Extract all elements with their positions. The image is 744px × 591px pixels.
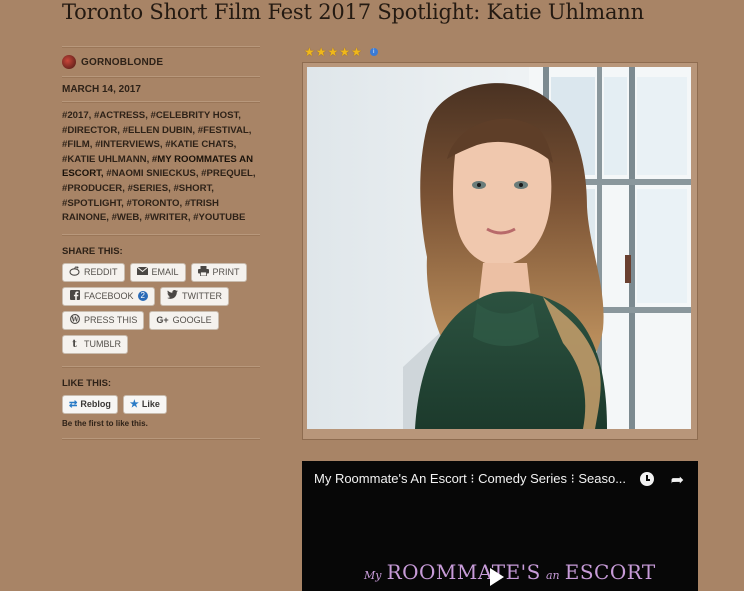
portrait-photo	[307, 67, 691, 429]
tag-link[interactable]: #FESTIVAL,	[198, 125, 252, 136]
tag-link[interactable]: #ELLEN DUBIN,	[123, 125, 196, 136]
tag-link[interactable]: #FILM,	[62, 139, 92, 150]
reddit-icon	[69, 266, 80, 279]
divider	[62, 101, 260, 103]
tumblr-icon: t	[72, 338, 77, 350]
tag-link[interactable]: #PREQUEL,	[201, 168, 255, 179]
reblog-icon: ⇄	[69, 398, 78, 410]
video-title[interactable]: My Roommate's An Escort ⁝ Comedy Series …	[314, 471, 626, 487]
like-row: ⇄ Reblog ★ Like	[62, 394, 260, 414]
share-email-label: EMAIL	[151, 267, 179, 278]
reblog-label: Reblog	[80, 399, 111, 410]
star-icon[interactable]: ★	[304, 46, 315, 58]
tag-link[interactable]: #ACTRESS,	[94, 110, 148, 121]
envelope-icon	[136, 266, 148, 278]
share-arrow-icon[interactable]: ➦	[671, 470, 684, 490]
post-date[interactable]: MARCH 14, 2017	[62, 84, 260, 95]
share-print-label: PRINT	[212, 267, 240, 278]
share-reddit-label: REDDIT	[84, 267, 118, 278]
facebook-icon	[69, 289, 80, 303]
like-heading: LIKE THIS:	[62, 377, 112, 389]
tag-link[interactable]: #TORONTO,	[127, 198, 183, 209]
tag-link[interactable]: #WRITER,	[145, 212, 191, 223]
svg-text:W: W	[70, 315, 79, 323]
share-google-button[interactable]: G+ GOOGLE	[149, 310, 219, 330]
tag-link[interactable]: #2017,	[62, 110, 91, 121]
tag-link[interactable]: #KATIE UHLMANN,	[62, 154, 149, 165]
share-print-button[interactable]: PRINT	[190, 262, 247, 282]
tag-link[interactable]: #CELEBRITY HOST,	[151, 110, 241, 121]
share-count-badge: 2	[137, 291, 148, 302]
reblog-button[interactable]: ⇄ Reblog	[62, 394, 118, 414]
share-reddit-button[interactable]: REDDIT	[62, 262, 125, 282]
printer-icon	[197, 265, 209, 279]
tag-link[interactable]: #SHORT,	[173, 183, 214, 194]
featured-image-frame	[302, 62, 698, 440]
tag-link[interactable]: #INTERVIEWS,	[95, 139, 163, 150]
author-link[interactable]: GORNOBLONDE	[81, 57, 163, 68]
divider	[62, 437, 260, 440]
play-icon[interactable]	[490, 568, 504, 586]
google-plus-icon: G+	[156, 315, 169, 326]
wordpress-icon: W	[69, 313, 80, 327]
share-google-label: GOOGLE	[172, 315, 212, 326]
share-facebook-label: FACEBOOK	[84, 291, 134, 302]
share-facebook-button[interactable]: FACEBOOK 2	[62, 286, 155, 306]
star-icon[interactable]: ★	[328, 46, 339, 58]
star-icon[interactable]: ★	[339, 46, 350, 58]
star-rating[interactable]: ★ ★ ★ ★ ★ i	[304, 46, 378, 58]
share-row: t TUMBLR	[62, 334, 260, 354]
share-twitter-label: TWITTER	[181, 291, 222, 302]
share-email-button[interactable]: EMAIL	[129, 262, 186, 282]
share-row: W PRESS THIS G+ GOOGLE	[62, 310, 260, 330]
author-row[interactable]: GORNOBLONDE	[62, 54, 260, 70]
tag-link[interactable]: #PRODUCER,	[62, 183, 125, 194]
tag-link[interactable]: #KATIE CHATS,	[165, 139, 236, 150]
divider	[62, 365, 260, 368]
featured-image[interactable]	[307, 67, 691, 429]
share-tumblr-button[interactable]: t TUMBLR	[62, 334, 129, 354]
twitter-icon	[167, 290, 178, 302]
share-tumblr-label: TUMBLR	[84, 339, 122, 350]
tag-link[interactable]: #WEB,	[112, 212, 142, 223]
divider	[62, 233, 260, 236]
tag-list: #2017, #ACTRESS, #CELEBRITY HOST, #DIREC…	[62, 109, 258, 226]
post-meta-sidebar: GORNOBLONDE MARCH 14, 2017 #2017, #ACTRE…	[62, 46, 260, 440]
watch-later-icon[interactable]	[640, 472, 654, 486]
like-note: Be the first to like this.	[62, 418, 148, 428]
tag-link[interactable]: #SERIES,	[128, 183, 171, 194]
share-row: REDDIT EMAIL PRINT	[62, 262, 260, 282]
tag-link[interactable]: #DIRECTOR,	[62, 125, 120, 136]
info-icon[interactable]: i	[369, 48, 378, 56]
share-heading: SHARE THIS:	[62, 245, 123, 257]
star-icon[interactable]: ★	[351, 46, 362, 58]
tag-link[interactable]: #NAOMI SNIECKUS,	[106, 168, 198, 179]
divider	[62, 76, 260, 78]
star-icon[interactable]: ★	[316, 46, 327, 58]
video-thumbnail-logo: My ROOMMATE'S an ESCORT	[364, 560, 656, 584]
like-label: Like	[141, 399, 160, 410]
share-press-this-button[interactable]: W PRESS THIS	[62, 310, 145, 330]
star-icon: ★	[129, 398, 139, 410]
share-twitter-button[interactable]: TWITTER	[159, 286, 229, 306]
post-title: Toronto Short Film Fest 2017 Spotlight: …	[62, 0, 644, 24]
embedded-video-player[interactable]: My Roommate's An Escort ⁝ Comedy Series …	[302, 461, 698, 591]
divider	[62, 46, 260, 48]
like-button[interactable]: ★ Like	[122, 394, 167, 414]
share-row: FACEBOOK 2 TWITTER	[62, 286, 260, 306]
tag-link[interactable]: #YOUTUBE	[193, 212, 245, 223]
tag-link[interactable]: #SPOTLIGHT,	[62, 198, 124, 209]
avatar[interactable]	[62, 55, 76, 69]
share-press-this-label: PRESS THIS	[84, 315, 138, 326]
